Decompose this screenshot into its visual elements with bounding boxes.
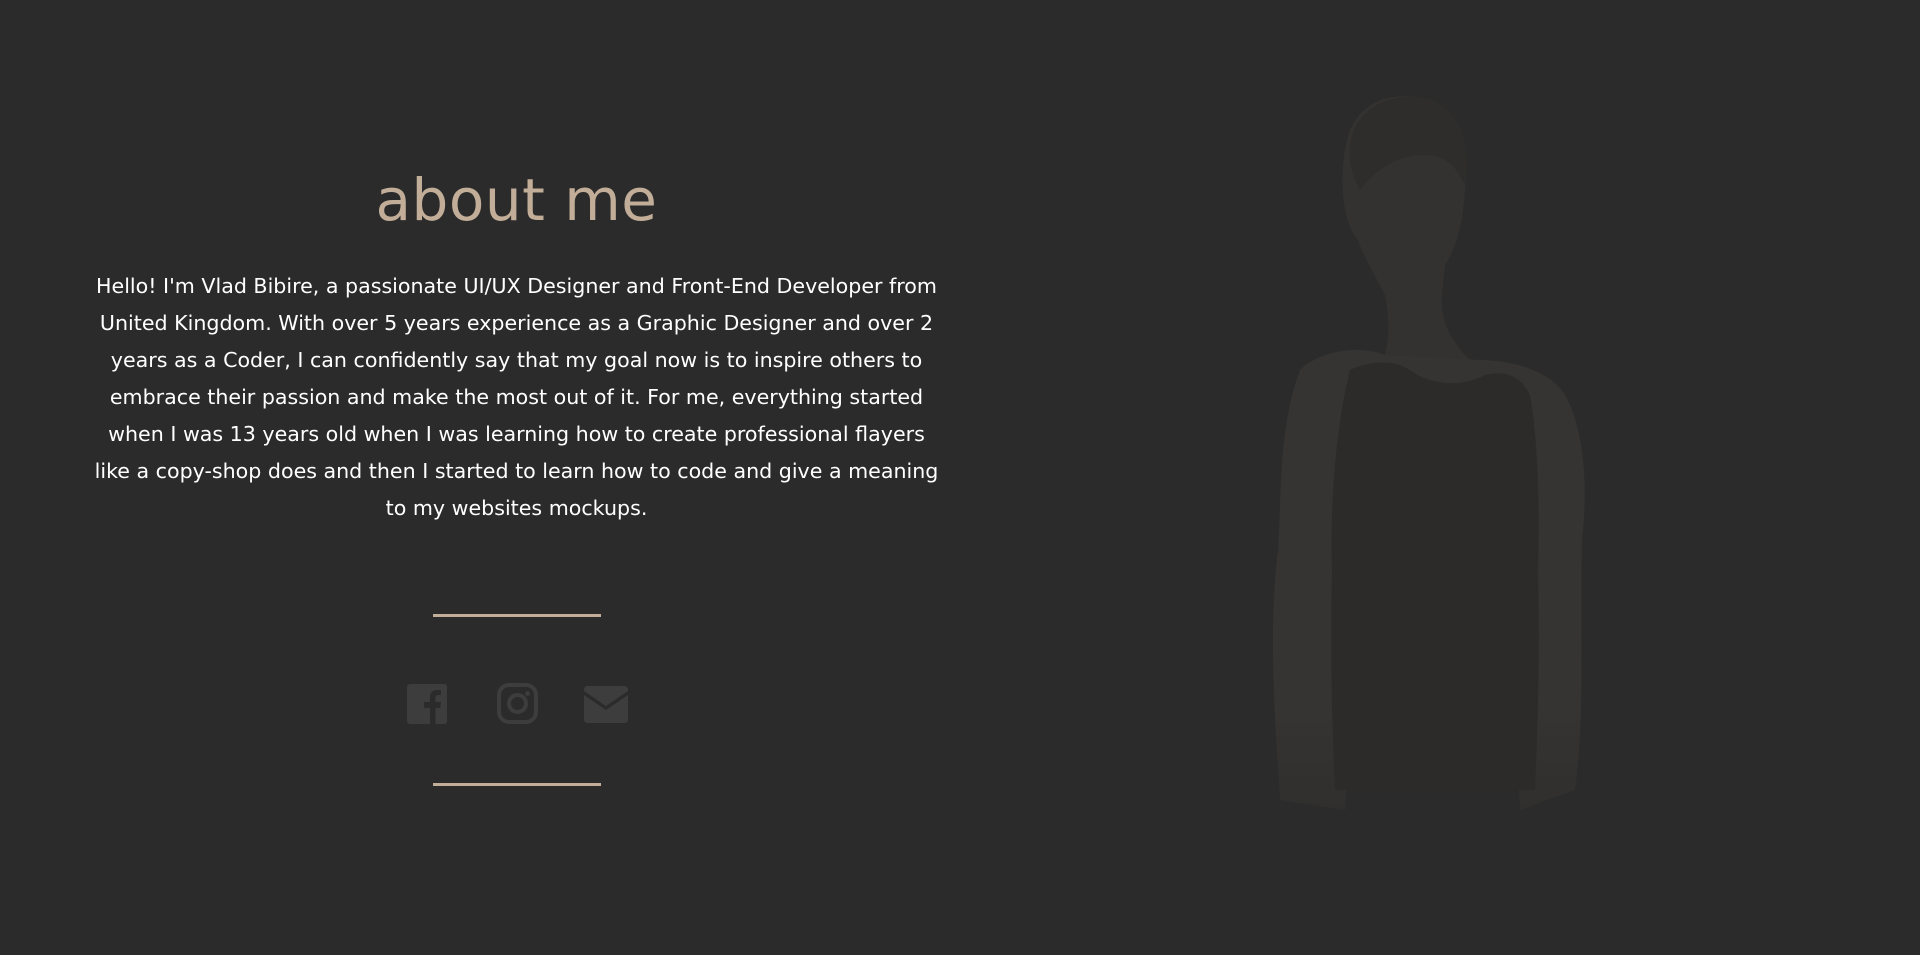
about-title: about me bbox=[375, 166, 658, 234]
about-description: Hello! I'm Vlad Bibire, a passionate UI/… bbox=[94, 274, 939, 520]
social-links bbox=[400, 682, 636, 726]
person-silhouette bbox=[1220, 70, 1640, 890]
about-page: about me Hello! I'm Vlad Bibire, a passi… bbox=[0, 0, 1920, 955]
mail-icon bbox=[584, 686, 628, 723]
facebook-icon bbox=[407, 684, 447, 724]
portrait-image bbox=[1220, 70, 1640, 890]
divider-bottom bbox=[433, 783, 601, 786]
mail-link[interactable] bbox=[582, 682, 630, 726]
facebook-link[interactable] bbox=[403, 682, 451, 726]
instagram-icon bbox=[497, 683, 538, 724]
instagram-link[interactable] bbox=[493, 682, 541, 726]
about-section: about me Hello! I'm Vlad Bibire, a passi… bbox=[0, 0, 1033, 955]
divider-top bbox=[433, 614, 601, 617]
